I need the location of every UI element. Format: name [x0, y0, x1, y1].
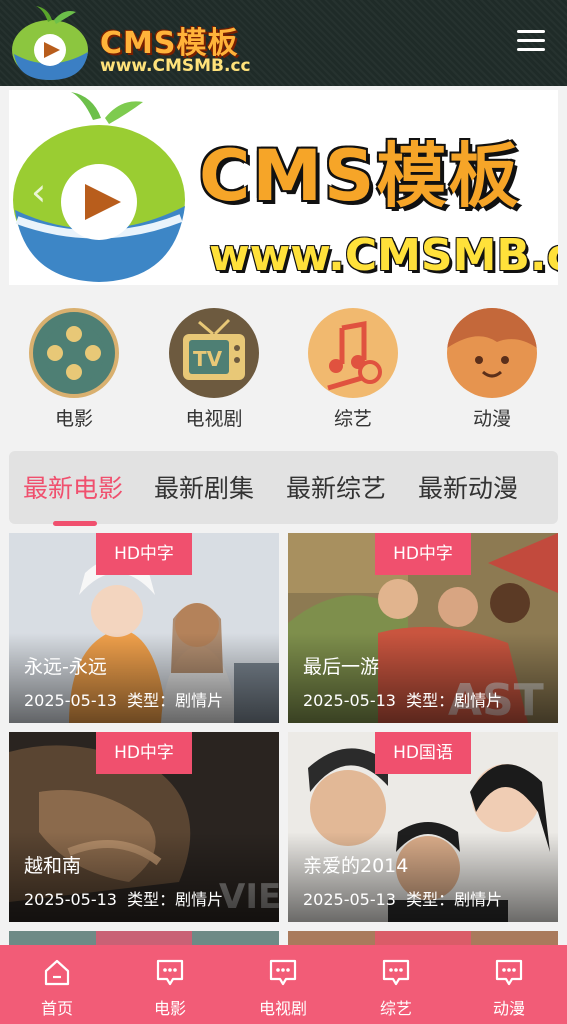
- movie-card[interactable]: HD国语 亲爱的2014 2025-05-13 类型：剧情片: [288, 732, 558, 922]
- tab-latest-anime[interactable]: 最新动漫: [418, 469, 518, 505]
- movie-title: 最后一游: [303, 656, 380, 678]
- music-note-icon: [308, 308, 398, 398]
- banner-url: www.CMSMB.cc: [209, 230, 558, 281]
- chevron-left-icon[interactable]: ‹: [31, 170, 46, 214]
- banner-title: CMS模板: [199, 135, 521, 217]
- tab-latest-movies[interactable]: 最新电影: [23, 469, 123, 505]
- movie-date: 2025-05-13: [303, 890, 396, 909]
- cartoon-face-icon: [447, 308, 537, 398]
- tab-latest-variety[interactable]: 最新综艺: [286, 469, 386, 505]
- chat-bubble-icon: [269, 959, 297, 986]
- movie-type: 类型：剧情片: [127, 890, 224, 909]
- hamburger-menu-icon[interactable]: [517, 30, 545, 52]
- chevron-right-icon[interactable]: ›: [521, 170, 536, 214]
- film-reel-icon: [29, 308, 119, 398]
- movie-card[interactable]: AST HD中字 最后一游 2025-05-13 类型：剧情片: [288, 533, 558, 723]
- movie-type: 类型：剧情片: [406, 691, 503, 710]
- movie-title: 越和南: [24, 855, 82, 877]
- category-label: 综艺: [333, 408, 372, 430]
- bottom-navigation: 首页 电影 电视剧 综艺 动漫: [0, 945, 567, 1024]
- movie-date: 2025-05-13: [24, 890, 117, 909]
- category-variety[interactable]: 综艺: [303, 308, 403, 431]
- movie-card[interactable]: VIE HD中字 越和南 2025-05-13 类型：剧情片: [9, 732, 279, 922]
- content-tabs: 最新电影 最新剧集 最新综艺 最新动漫: [9, 451, 558, 526]
- nav-anime[interactable]: 动漫: [464, 957, 554, 1019]
- top-header: CMS模板 www.CMSMB.cc: [0, 0, 567, 86]
- movie-date: 2025-05-13: [303, 691, 396, 710]
- quality-badge: HD国语: [375, 732, 471, 774]
- movie-title: 永远-永远: [24, 656, 107, 678]
- nav-home[interactable]: 首页: [12, 957, 102, 1019]
- nav-label: 电视剧: [258, 999, 307, 1018]
- chat-bubble-icon: [382, 959, 410, 986]
- chat-bubble-icon: [156, 959, 184, 986]
- svg-text:TV: TV: [193, 347, 223, 371]
- movie-type: 类型：剧情片: [406, 890, 503, 909]
- category-label: 动漫: [472, 408, 511, 430]
- hero-banner[interactable]: CMS模板 www.CMSMB.cc ‹ ›: [9, 90, 558, 285]
- movie-date: 2025-05-13: [24, 691, 117, 710]
- quality-badge: HD中字: [96, 732, 192, 774]
- movie-meta: 2025-05-13 类型：剧情片: [24, 687, 223, 711]
- movie-meta: 2025-05-13 类型：剧情片: [303, 687, 502, 711]
- category-anime[interactable]: 动漫: [442, 308, 542, 431]
- nav-label: 综艺: [379, 999, 412, 1018]
- category-tv[interactable]: TV 电视剧: [164, 308, 264, 431]
- nav-label: 动漫: [492, 999, 525, 1018]
- movie-meta: 2025-05-13 类型：剧情片: [24, 886, 223, 910]
- nav-movie[interactable]: 电影: [125, 957, 215, 1019]
- tv-icon: TV: [169, 308, 259, 398]
- quality-badge: HD中字: [96, 533, 192, 575]
- chat-bubble-icon: [495, 959, 523, 986]
- active-tab-indicator: [53, 521, 97, 526]
- nav-tv[interactable]: 电视剧: [238, 957, 328, 1019]
- quality-badge: HD中字: [375, 533, 471, 575]
- movie-card[interactable]: HD中字 永远-永远 2025-05-13 类型：剧情片: [9, 533, 279, 723]
- home-icon: [44, 959, 70, 986]
- apple-play-logo-icon: [12, 6, 88, 80]
- category-row: 电影 TV 电视剧 综艺 动漫: [0, 300, 567, 440]
- movie-title: 亲爱的2014: [303, 855, 409, 877]
- tab-latest-series[interactable]: 最新剧集: [154, 469, 254, 505]
- site-logo[interactable]: CMS模板 www.CMSMB.cc: [8, 4, 268, 82]
- nav-label: 电影: [153, 999, 186, 1018]
- category-label: 电影: [54, 408, 93, 430]
- category-label: 电视剧: [185, 408, 243, 430]
- movie-type: 类型：剧情片: [127, 691, 224, 710]
- logo-url: www.CMSMB.cc: [100, 56, 251, 76]
- nav-variety[interactable]: 综艺: [351, 957, 441, 1019]
- category-movie[interactable]: 电影: [24, 308, 124, 431]
- nav-label: 首页: [40, 999, 73, 1018]
- movie-meta: 2025-05-13 类型：剧情片: [303, 886, 502, 910]
